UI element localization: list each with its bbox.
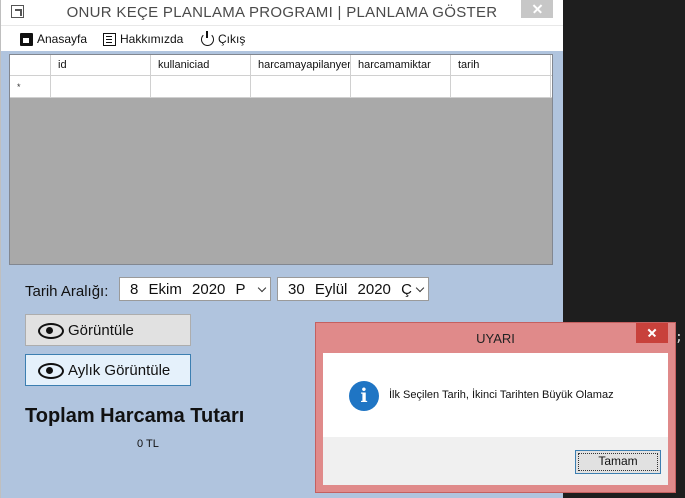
start-date-picker[interactable]: 8 Ekim 2020 P: [119, 277, 271, 301]
clipboard-icon: [20, 32, 33, 46]
total-spending-value: 0 TL: [137, 438, 159, 450]
column-header-id[interactable]: id: [51, 55, 151, 75]
chevron-down-icon[interactable]: [414, 278, 428, 300]
grid-header: id kullaniciad harcamayapilanyer harcama…: [10, 55, 552, 76]
menu-bar: Anasayfa Hakkımızda Çıkış: [1, 25, 563, 51]
grid-cell-tarih[interactable]: [451, 76, 551, 97]
column-header-harcamamiktar[interactable]: harcamamiktar: [351, 55, 451, 75]
start-date-value: 8 Ekim 2020 P: [130, 280, 246, 298]
date-range-label: Tarih Aralığı:: [25, 283, 109, 300]
end-date-value: 30 Eylül 2020 Ç: [288, 280, 412, 298]
column-header-tarih[interactable]: tarih: [451, 55, 551, 75]
menu-item-label: Hakkımızda: [120, 32, 184, 46]
end-date-picker[interactable]: 30 Eylül 2020 Ç: [277, 277, 429, 301]
column-header-kullaniciad[interactable]: kullaniciad: [151, 55, 251, 75]
menu-item-hakkimizda[interactable]: Hakkımızda: [103, 30, 183, 48]
menu-item-label: Anasayfa: [37, 32, 88, 46]
dialog-title: UYARI: [476, 331, 515, 346]
row-header[interactable]: *: [10, 76, 51, 97]
ok-button[interactable]: Tamam: [575, 450, 661, 474]
grid-cell-harcamayapilanyer[interactable]: [251, 76, 351, 97]
menu-item-cikis[interactable]: Çıkış: [201, 30, 245, 48]
view-button-label: Görüntüle: [68, 321, 134, 339]
warning-dialog: UYARI i İlk Seçilen Tarih, İkinci Tariht…: [315, 322, 676, 493]
eye-icon: [38, 363, 64, 379]
dialog-footer: Tamam: [323, 437, 668, 485]
chevron-down-icon[interactable]: [256, 278, 270, 300]
data-grid[interactable]: id kullaniciad harcamayapilanyer harcama…: [9, 54, 553, 265]
new-row-marker: *: [17, 82, 21, 92]
book-icon: [103, 32, 116, 46]
grid-corner-header[interactable]: [10, 55, 51, 75]
total-spending-title: Toplam Harcama Tutarı: [25, 405, 245, 427]
grid-cell-harcamamiktar[interactable]: [351, 76, 451, 97]
menu-item-label: Çıkış: [218, 32, 246, 46]
title-bar: ONUR KEÇE PLANLAMA PROGRAMI | PLANLAMA G…: [1, 0, 563, 25]
dialog-close-button[interactable]: [636, 323, 668, 343]
dialog-body: i İlk Seçilen Tarih, İkinci Tarihten Büy…: [323, 353, 668, 437]
code-fragment: ;: [675, 330, 683, 345]
monthly-view-button[interactable]: Aylık Görüntüle: [25, 354, 191, 386]
column-header-harcamayapilanyer[interactable]: harcamayapilanyer: [251, 55, 351, 75]
power-icon: [201, 30, 214, 46]
close-window-button[interactable]: [521, 0, 553, 18]
info-icon: i: [349, 381, 379, 411]
window-title: ONUR KEÇE PLANLAMA PROGRAMI | PLANLAMA G…: [66, 4, 498, 21]
grid-cell-id[interactable]: [51, 76, 151, 97]
monthly-view-button-label: Aylık Görüntüle: [68, 361, 171, 379]
menu-item-anasayfa[interactable]: Anasayfa: [20, 30, 87, 48]
view-button[interactable]: Görüntüle: [25, 314, 191, 346]
eye-icon: [38, 323, 64, 339]
grid-new-row[interactable]: *: [10, 76, 552, 98]
dialog-message: İlk Seçilen Tarih, İkinci Tarihten Büyük…: [389, 389, 614, 401]
grid-cell-kullaniciad[interactable]: [151, 76, 251, 97]
